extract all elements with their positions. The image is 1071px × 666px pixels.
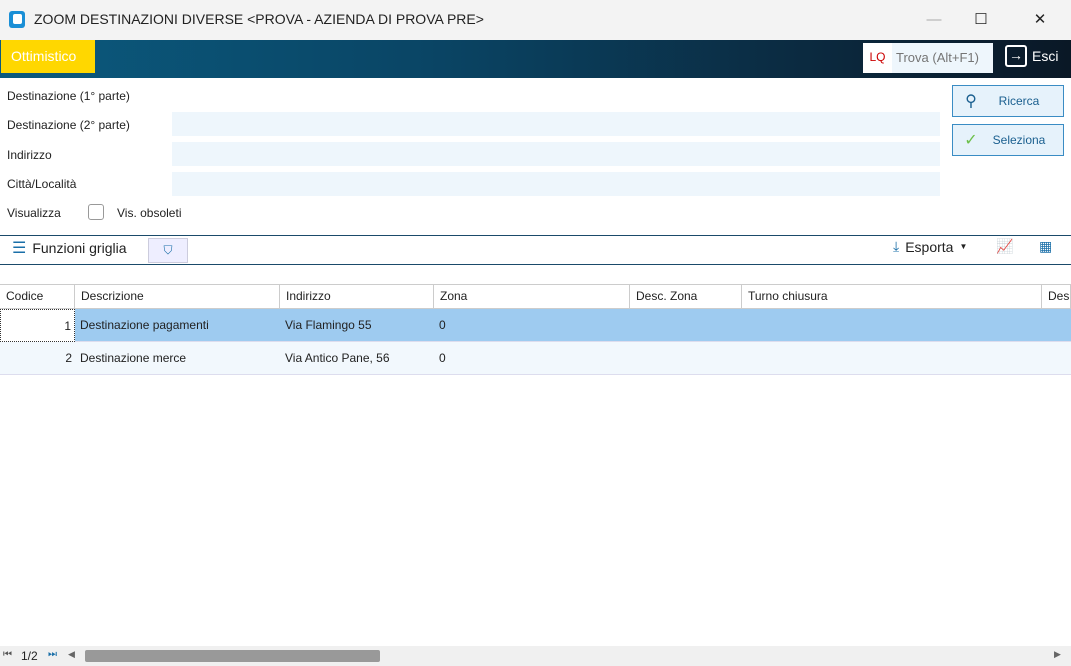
table-row[interactable]: 2 Destinazione merce Via Antico Pane, 56… <box>0 342 1071 375</box>
scroll-left-icon[interactable]: ◀ <box>68 649 75 660</box>
column-header-indirizzo[interactable]: Indirizzo <box>280 284 434 309</box>
indirizzo-input[interactable] <box>172 142 940 166</box>
cell-zona: 0 <box>439 351 446 365</box>
app-icon <box>9 11 25 28</box>
cell-codice: 2 <box>65 351 72 365</box>
dest2-input[interactable] <box>172 112 940 136</box>
check-icon: ✓ <box>964 132 978 149</box>
column-header-zona[interactable]: Zona <box>434 284 630 309</box>
cell-descrizione: Destinazione merce <box>80 351 187 365</box>
visualizza-label: Visualizza <box>7 206 61 220</box>
page-indicator: 1/2 <box>21 649 38 663</box>
chart-icon[interactable]: 📈 <box>996 238 1013 255</box>
column-header-desc-zona[interactable]: Desc. Zona <box>630 284 742 309</box>
cell-indirizzo: Via Antico Pane, 56 <box>285 351 390 365</box>
obsoleti-checkbox[interactable] <box>88 204 104 220</box>
column-header-turno-chiusura[interactable]: Turno chiusura <box>742 284 1042 309</box>
funzioni-label: Funzioni griglia <box>32 240 127 256</box>
esporta-label: Esporta <box>905 238 954 255</box>
filter-icon[interactable]: ⛉ <box>148 238 188 263</box>
column-header-codice[interactable]: Codice <box>0 284 75 309</box>
minimize-button[interactable]: — <box>914 8 954 32</box>
list-icon: ☰ <box>12 240 27 257</box>
seleziona-label: Seleziona <box>992 133 1046 147</box>
indirizzo-label: Indirizzo <box>7 148 52 162</box>
column-header-des[interactable]: Des <box>1042 284 1071 309</box>
close-button[interactable]: ✕ <box>1020 8 1060 32</box>
cell-descrizione: Destinazione pagamenti <box>80 318 209 332</box>
citta-label: Città/Località <box>7 177 77 191</box>
download-icon: ⤓ <box>893 238 900 254</box>
cell-zona: 0 <box>439 318 446 332</box>
seleziona-button[interactable]: ✓ Seleziona <box>952 124 1064 156</box>
ricerca-label: Ricerca <box>998 94 1040 108</box>
cell-indirizzo: Via Flamingo 55 <box>285 318 372 332</box>
first-page-icon[interactable]: ⏮ <box>3 649 12 660</box>
dest2-label: Destinazione (2° parte) <box>7 118 130 132</box>
cell-codice: 1 <box>0 309 75 342</box>
search-icon: ⚲ <box>965 93 977 110</box>
exit-icon: → <box>1005 45 1027 67</box>
funzioni-griglia-button[interactable]: ☰ Funzioni griglia <box>12 238 127 258</box>
scroll-right-icon[interactable]: ▶ <box>1054 649 1061 660</box>
horizontal-scrollbar-thumb[interactable] <box>85 650 380 662</box>
caret-down-icon: ▼ <box>959 242 968 251</box>
ricerca-button[interactable]: ⚲ Ricerca <box>952 85 1064 117</box>
dest1-label: Destinazione (1° parte) <box>7 89 130 103</box>
last-page-icon[interactable]: ⏭ <box>48 649 57 660</box>
window-title: ZOOM DESTINAZIONI DIVERSE <PROVA - AZIEN… <box>34 11 484 27</box>
table-row[interactable]: 1 Destinazione pagamenti Via Flamingo 55… <box>0 309 1071 342</box>
maximize-button[interactable]: ☐ <box>961 8 1001 32</box>
profile-badge[interactable]: Ottimistico <box>1 40 95 73</box>
divider <box>0 264 1071 265</box>
grid-icon[interactable]: ▦ <box>1039 238 1052 255</box>
exit-label: Esci <box>1032 48 1059 64</box>
column-header-descrizione[interactable]: Descrizione <box>75 284 280 309</box>
esporta-button[interactable]: ⤓ Esporta ▼ <box>893 238 967 255</box>
obsoleti-label: Vis. obsoleti <box>117 206 182 220</box>
citta-input[interactable] <box>172 172 940 196</box>
divider <box>0 235 1071 236</box>
search-input[interactable] <box>892 43 993 73</box>
lq-label[interactable]: LQ <box>863 43 892 73</box>
exit-button[interactable]: → Esci <box>1005 45 1058 67</box>
